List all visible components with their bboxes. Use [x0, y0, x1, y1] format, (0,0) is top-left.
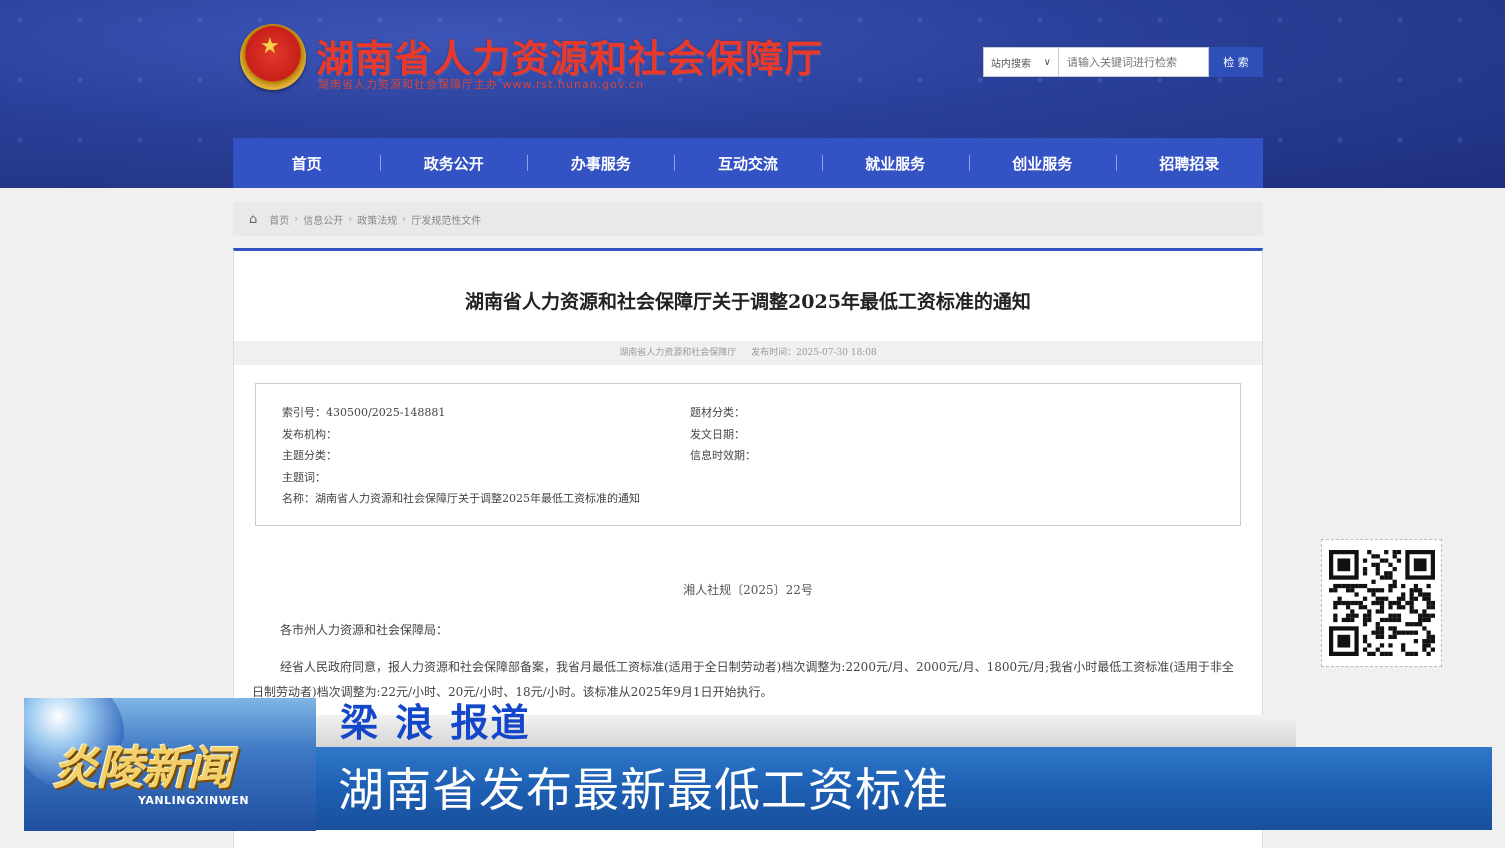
article-meta: 湖南省人力资源和社会保障厅 发布时间：2025-07-30 18:08	[234, 341, 1262, 365]
breadcrumb-separator: ›	[348, 213, 353, 225]
search-button[interactable]: 检 索	[1209, 47, 1263, 77]
info-genre-class: 题材分类：	[690, 406, 745, 419]
search-box: 站内搜索 ∨ 检 索	[983, 47, 1263, 77]
article-title: 湖南省人力资源和社会保障厅关于调整2025年最低工资标准的通知	[465, 291, 1031, 313]
site-title[interactable]: 湖南省人力资源和社会保障厅	[316, 28, 823, 83]
info-index-no: 索引号：430500/2025-148881	[282, 406, 446, 419]
news-reporter: 梁 浪 报道	[340, 701, 531, 745]
nav-item-government-affairs[interactable]: 政务公开	[380, 153, 527, 174]
breadcrumb-separator: ›	[294, 213, 299, 225]
document-body: 经省人民政府同意，报人力资源和社会保障部备案，我省月最低工资标准(适用于全日制劳…	[252, 660, 1234, 699]
breadcrumb: ⌂ 首页 › 信息公开 › 政策法规 › 厅发规范性文件	[233, 202, 1263, 236]
news-logo: 炎陵新闻 YANLINGXINWEN	[24, 698, 316, 831]
document-recipient: 各市州人力资源和社会保障局：	[280, 623, 449, 637]
document-info-box: 索引号：430500/2025-148881 发布机构： 主题分类： 主题词： …	[255, 383, 1241, 526]
breadcrumb-item-policy[interactable]: 政策法规	[357, 212, 397, 227]
breadcrumb-separator: ›	[402, 213, 407, 225]
qr-code	[1321, 539, 1442, 667]
nav-item-entrepreneurship[interactable]: 创业服务	[968, 153, 1116, 174]
nav-item-recruitment[interactable]: 招聘招录	[1115, 153, 1263, 174]
article-published: 发布时间：2025-07-30 18:08	[751, 348, 877, 358]
news-brand-en: YANLINGXINWEN	[138, 794, 250, 807]
qr-code-icon	[1329, 550, 1435, 656]
chevron-down-icon: ∨	[1043, 56, 1051, 68]
search-scope-label: 站内搜索	[991, 58, 1031, 70]
national-emblem-icon: ★	[240, 24, 306, 90]
search-input[interactable]	[1059, 47, 1209, 77]
breadcrumb-item-info[interactable]: 信息公开	[303, 212, 343, 227]
nav-item-interaction[interactable]: 互动交流	[674, 153, 821, 174]
document-number: 湘人社规〔2025〕22号	[683, 583, 813, 597]
info-issue-date: 发文日期：	[690, 428, 745, 441]
nav-item-home[interactable]: 首页	[233, 153, 380, 174]
article-source: 湖南省人力资源和社会保障厅	[619, 348, 737, 358]
info-topic-class: 主题分类：	[282, 449, 337, 462]
info-keywords: 主题词：	[282, 471, 326, 484]
news-headline: 湖南省发布最新最低工资标准	[338, 763, 949, 817]
search-scope-select[interactable]: 站内搜索 ∨	[983, 47, 1059, 77]
nav-item-employment[interactable]: 就业服务	[821, 153, 969, 174]
main-nav: 首页 政务公开 办事服务 互动交流 就业服务 创业服务 招聘招录	[233, 138, 1263, 188]
site-header: ★ 湖南省人力资源和社会保障厅 湖南省人力资源和社会保障厅主办 www.rst.…	[0, 0, 1505, 188]
site-subtitle: 湖南省人力资源和社会保障厅主办 www.rst.hunan.gov.cn	[318, 78, 645, 91]
nav-item-services[interactable]: 办事服务	[527, 153, 674, 174]
info-issuer: 发布机构：	[282, 428, 337, 441]
info-name: 名称：湖南省人力资源和社会保障厅关于调整2025年最低工资标准的通知	[282, 492, 640, 505]
breadcrumb-item-home[interactable]: 首页	[269, 212, 289, 227]
home-icon[interactable]: ⌂	[249, 212, 257, 227]
breadcrumb-item-normative[interactable]: 厅发规范性文件	[411, 212, 481, 227]
info-validity: 信息时效期：	[690, 449, 756, 462]
news-brand: 炎陵新闻	[52, 741, 233, 795]
